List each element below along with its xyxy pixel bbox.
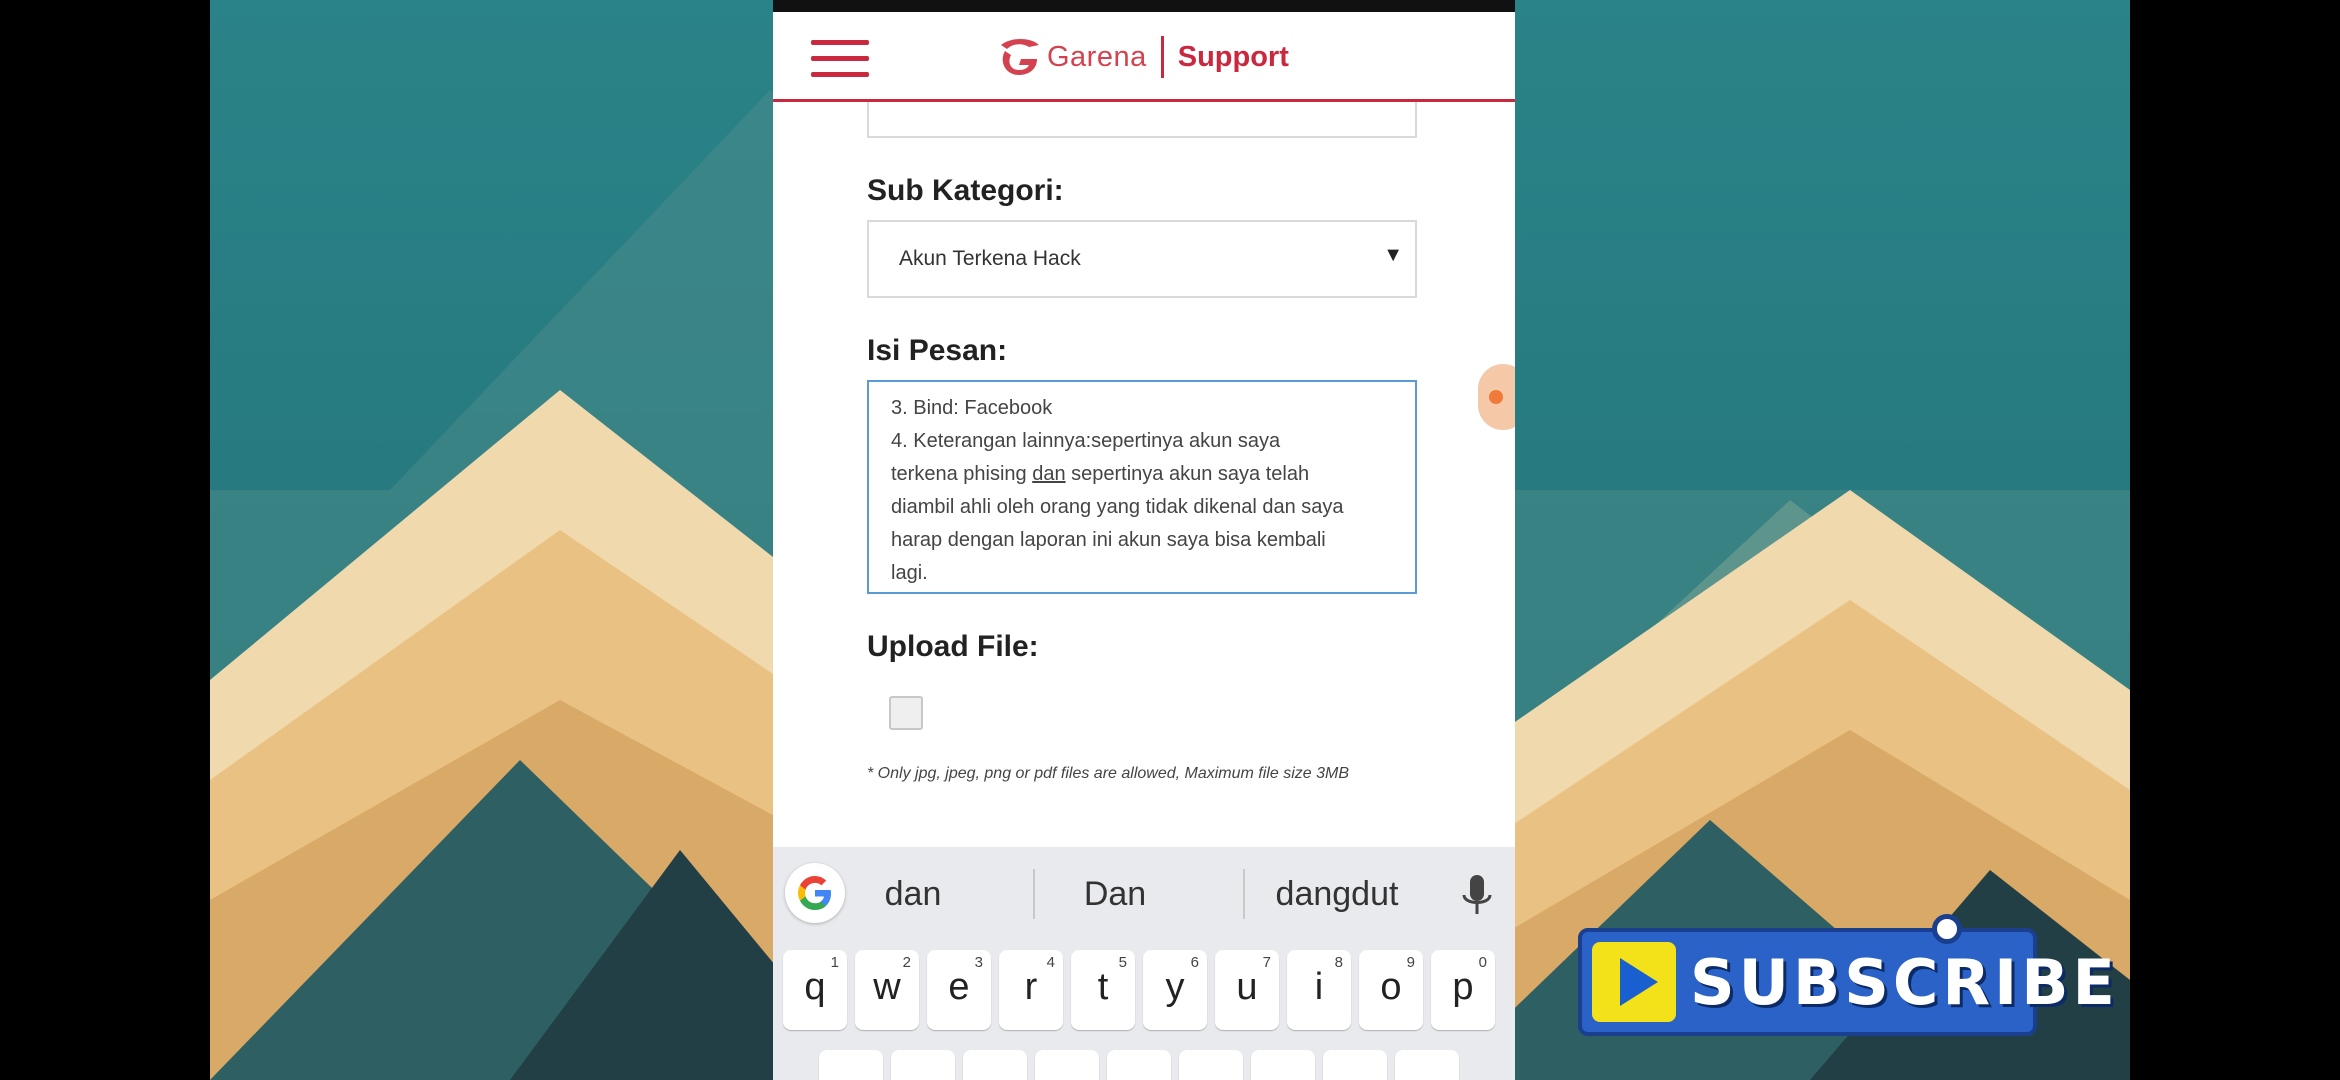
cursor-dot-icon xyxy=(1932,914,1962,944)
upload-note: * Only jpg, jpeg, png or pdf files are a… xyxy=(867,765,1349,782)
upload-file-button[interactable] xyxy=(889,696,923,730)
message-line: 3. Bind: Facebook xyxy=(891,397,1053,419)
site-header: Garena Support xyxy=(773,12,1515,102)
message-line: 4. Keterangan lainnya:sepertinya akun sa… xyxy=(891,430,1281,452)
subscribe-label: SUBSCRIBE xyxy=(1690,946,2119,1019)
brand-section: Support xyxy=(1177,40,1289,73)
onscreen-keyboard: dan Dan dangdut 1q 2w 3e 4r 5t 6y 7u 8i … xyxy=(773,847,1515,1080)
highlighted-word: dan xyxy=(1032,463,1066,485)
key[interactable] xyxy=(1323,1050,1387,1080)
brand-logo[interactable]: Garena Support xyxy=(995,34,1289,80)
subscribe-banner[interactable]: SUBSCRIBE xyxy=(1578,914,2115,1036)
suggestion-2[interactable]: Dan xyxy=(1015,875,1215,914)
sub-category-select[interactable]: Akun Terkena Hack ▼ xyxy=(867,220,1417,298)
sub-category-label: Sub Kategori: xyxy=(867,174,1064,207)
phone-screen: Garena Support Sub Kategori: Akun Terken… xyxy=(773,0,1515,1080)
keyboard-row-2 xyxy=(783,1050,1505,1080)
message-line: harap dengan laporan ini akun saya bisa … xyxy=(891,529,1326,551)
key[interactable] xyxy=(891,1050,955,1080)
key-u[interactable]: 7u xyxy=(1215,950,1279,1030)
message-line: terkena phising dan sepertinya akun saya… xyxy=(891,463,1310,485)
key-e[interactable]: 3e xyxy=(927,950,991,1030)
key-p[interactable]: 0p xyxy=(1431,950,1495,1030)
message-label: Isi Pesan: xyxy=(867,334,1008,367)
suggestion-3[interactable]: dangdut xyxy=(1237,875,1437,914)
key[interactable] xyxy=(963,1050,1027,1080)
brand-name: Garena xyxy=(1047,40,1147,73)
keyboard-row-1: 1q 2w 3e 4r 5t 6y 7u 8i 9o 0p xyxy=(783,950,1505,1030)
key[interactable] xyxy=(1251,1050,1315,1080)
key-i[interactable]: 8i xyxy=(1287,950,1351,1030)
key-q[interactable]: 1q xyxy=(783,950,847,1030)
message-textarea[interactable]: 3. Bind: Facebook 4. Keterangan lainnya:… xyxy=(867,380,1417,594)
garena-logo-icon xyxy=(1001,39,1039,75)
key[interactable] xyxy=(1107,1050,1171,1080)
key[interactable] xyxy=(1035,1050,1099,1080)
sub-category-value: Akun Terkena Hack xyxy=(899,247,1081,270)
key[interactable] xyxy=(1179,1050,1243,1080)
menu-icon[interactable] xyxy=(811,40,869,78)
key-y[interactable]: 6y xyxy=(1143,950,1207,1030)
key[interactable] xyxy=(819,1050,883,1080)
form-area: Sub Kategori: Akun Terkena Hack ▼ Isi Pe… xyxy=(773,82,1515,847)
brand-divider xyxy=(1160,36,1164,78)
message-line: lagi. xyxy=(891,562,928,584)
key-w[interactable]: 2w xyxy=(855,950,919,1030)
microphone-icon[interactable] xyxy=(1459,873,1495,919)
play-icon xyxy=(1592,942,1676,1022)
message-line: diambil ahli oleh orang yang tidak diken… xyxy=(891,496,1344,518)
key-r[interactable]: 4r xyxy=(999,950,1063,1030)
key[interactable] xyxy=(1395,1050,1459,1080)
suggestion-1[interactable]: dan xyxy=(813,875,1013,914)
floating-handle[interactable] xyxy=(1478,364,1515,430)
key-t[interactable]: 5t xyxy=(1071,950,1135,1030)
dropdown-arrow-icon: ▼ xyxy=(1383,244,1403,266)
upload-label: Upload File: xyxy=(867,630,1039,663)
status-bar xyxy=(773,0,1515,12)
suggestion-bar: dan Dan dangdut xyxy=(773,847,1515,942)
key-o[interactable]: 9o xyxy=(1359,950,1423,1030)
